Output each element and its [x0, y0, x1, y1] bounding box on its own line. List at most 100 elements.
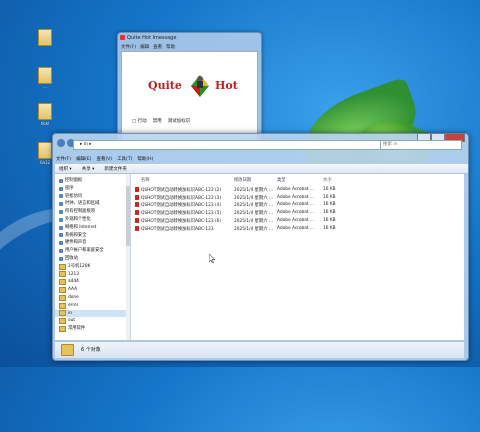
menu-file[interactable]: 文件(F) [56, 156, 71, 162]
file-name: QSHOT测试自动转换加标识ABC-123 (6) [141, 218, 222, 224]
new-folder-button[interactable]: 新建文件夹 [104, 166, 127, 172]
tree-item-label: 时钟、语言和区域 [65, 201, 100, 207]
action-button[interactable]: □ 行动 [132, 118, 147, 124]
tree-item-label: 1213 [68, 271, 79, 277]
tree-item[interactable]: 轻松访问 [55, 193, 130, 201]
menu-edit[interactable]: 编辑(E) [76, 156, 91, 162]
folder-icon [59, 287, 66, 294]
tree-item[interactable]: 时钟、语言和区域 [55, 200, 130, 208]
desktop-icon[interactable]: ··· [33, 67, 57, 90]
tree-item[interactable]: out [55, 317, 130, 325]
tree-item-label: 常用软件 [68, 326, 86, 332]
organize-button[interactable]: 组织 ▾ [59, 166, 72, 172]
control-panel-icon [59, 233, 63, 238]
tree-item-label: 系统和安全 [65, 232, 87, 238]
desktop-icon-label: ··· [43, 85, 47, 90]
file-row[interactable]: QSHOT测试自动转换加标识ABC-123 (5) 2025/1/4 星期六 ..… [131, 209, 464, 217]
file-type: Adobe Acrobat ... [277, 217, 314, 223]
menu-help[interactable]: 帮助(H) [137, 156, 153, 162]
column-header-type[interactable]: 类型 [277, 177, 286, 184]
file-date: 2025/1/4 星期六 ... [234, 218, 274, 224]
file-row[interactable]: QSHOT测试自动转换加标识ABC-123 (6) 2025/1/4 星期六 ..… [131, 217, 464, 225]
file-row[interactable]: QSHOT测试自动转换加标识ABC-123 (3) 2025/1/4 星期六 ..… [131, 194, 464, 202]
folder-icon [59, 263, 66, 270]
tree-item[interactable]: 所有控制面板项 [55, 208, 130, 216]
folder-icon [59, 310, 66, 317]
control-panel-icon [59, 210, 63, 215]
tree-item-label: in [68, 310, 72, 316]
file-name: QSHOT测试自动转换加标识ABC-123 (4) [141, 203, 222, 209]
file-row[interactable]: QSHOT测试自动转换加标识ABC-123 (2) 2025/1/4 星期六 ..… [131, 186, 464, 194]
file-date: 2025/1/4 星期六 ... [234, 195, 274, 201]
scroll-thumb[interactable] [126, 186, 130, 246]
tree-item-label: 轻松访问 [65, 193, 83, 199]
disable-button[interactable]: 禁用 [153, 118, 162, 124]
tree-item[interactable]: 外观和个性化 [55, 216, 130, 224]
tree-item[interactable]: 回收站 [55, 255, 130, 263]
tree-item[interactable]: 网络和 Internet [55, 224, 130, 232]
status-text: 6 个对象 [81, 347, 101, 353]
file-list: 名称 修改日期 类型 大小 QSHOT测试自动转换加标识ABC-123 (2) 2… [131, 174, 464, 340]
file-row[interactable]: QSHOT测试自动转换加标识ABC-123 2025/1/4 星期六 ... Ado… [131, 225, 464, 233]
desktop-icon[interactable]: hbkl [33, 103, 57, 126]
window-title: Quite Hot Imessage [118, 33, 261, 43]
file-row[interactable]: QSHOT测试自动转换加标识ABC-123 (4) 2025/1/4 星期六 ..… [131, 201, 464, 209]
tree-item-label: 1号机120K [68, 263, 91, 269]
desktop-icon[interactable] [33, 29, 57, 47]
back-icon[interactable] [57, 139, 65, 147]
address-bar[interactable]: ▸ in ▸ [73, 140, 381, 150]
menu-file[interactable]: 文件(F) [121, 44, 136, 51]
share-button[interactable]: 共享 ▾ [82, 166, 95, 172]
tree-item[interactable]: 常用软件 [55, 325, 130, 333]
tree-item[interactable]: 1号机120K [55, 263, 130, 271]
menu-view[interactable]: 查看 [153, 44, 162, 51]
tree-item-label: 回收站 [65, 255, 78, 261]
file-type: Adobe Acrobat ... [277, 210, 314, 216]
tree-item[interactable]: 硬件和声音 [55, 239, 130, 247]
folder-icon [59, 318, 66, 325]
column-header-name[interactable]: 名称 [141, 177, 150, 184]
tree-item[interactable]: error [55, 302, 130, 310]
logo-text-left: Quite [148, 79, 182, 92]
menu-view[interactable]: 查看(V) [96, 156, 112, 162]
file-type: Adobe Acrobat ... [277, 202, 314, 208]
tree-item[interactable]: a444 [55, 278, 130, 286]
control-panel-icon [59, 202, 63, 207]
tree-item[interactable]: 程序 [55, 185, 130, 193]
file-size: 16 KB [323, 225, 336, 231]
nav-scrollbar[interactable] [126, 174, 130, 340]
column-header-date[interactable]: 修改日期 [234, 177, 251, 184]
explorer-window: ▸ in ▸ 搜索 in 文件(F) 编辑(E) 查看(V) 工具(T) 帮助(… [52, 133, 469, 361]
tree-item[interactable]: AAA [55, 286, 130, 294]
file-name: QSHOT测试自动转换加标识ABC-123 (3) [141, 195, 222, 201]
pdf-file-icon [135, 217, 139, 223]
file-size: 16 KB [323, 187, 336, 192]
tree-item-label: a444 [68, 279, 79, 285]
menu-edit[interactable]: 编辑 [140, 44, 149, 51]
tree-item-label: 外观和个性化 [65, 216, 91, 222]
control-panel-icon [59, 256, 63, 261]
control-panel-icon [59, 225, 63, 230]
tree-item[interactable]: in [55, 309, 130, 318]
tree-item-label: 网络和 Internet [65, 224, 97, 230]
tree-item[interactable]: done [55, 294, 130, 302]
control-panel-icon [59, 241, 63, 246]
mascot-icon [191, 75, 209, 97]
menu-help[interactable]: 帮助 [166, 44, 175, 51]
column-header-size[interactable]: 大小 [323, 177, 332, 184]
tree-item[interactable]: 控制面板 [55, 177, 130, 185]
navigation-pane: 控制面板 程序轻松访问时钟、语言和区域 所有控制面板项 外观和个性化 网络和 Inter… [55, 174, 131, 340]
file-size: 16 KB [323, 202, 336, 208]
tree-item-label: 程序 [65, 185, 74, 191]
tree-item[interactable]: 1213 [55, 271, 130, 279]
folder-icon [61, 344, 74, 356]
tree-item[interactable]: 用户帐户和家庭安全 [55, 247, 130, 255]
tree-item[interactable]: 系统和安全 [55, 232, 130, 240]
control-panel-icon [59, 186, 63, 191]
file-date: 2025/1/4 星期六 ... [234, 188, 274, 193]
test-mark-button[interactable]: 测试加标识 [168, 118, 191, 124]
menu-tools[interactable]: 工具(T) [117, 156, 132, 162]
mouse-cursor-icon [209, 254, 215, 263]
quitehot-window: Quite Hot Imessage 文件(F) 编辑 查看 帮助 Quite … [117, 32, 262, 149]
search-input[interactable]: 搜索 in [380, 140, 462, 150]
